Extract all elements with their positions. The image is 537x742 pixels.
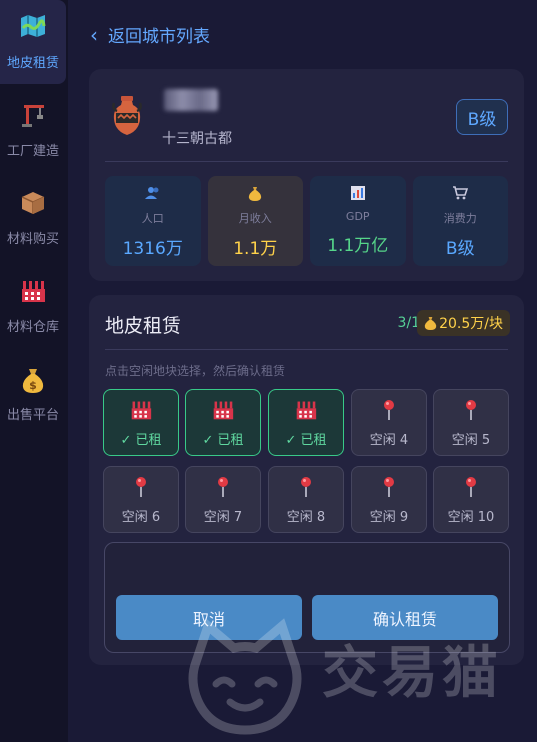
plot-label: ✓ 已租 <box>120 433 162 448</box>
sidebar-item-material-buy[interactable]: 材料购买 <box>0 176 66 260</box>
city-subtitle: 十三朝古都 <box>162 131 232 147</box>
pin-icon <box>383 397 395 423</box>
action-box: 取消 确认租赁 <box>104 542 510 653</box>
map-icon <box>20 14 46 44</box>
sidebar: 地皮租赁 工厂建造 材料购买 材料仓库 $ 出售平台 <box>0 0 68 742</box>
crane-icon <box>20 102 46 132</box>
stat-label: 月收入 <box>238 212 272 225</box>
stat-consumption: 消费力 B级 <box>412 176 508 266</box>
stat-value: 1316万 <box>122 239 183 259</box>
pin-icon <box>465 397 477 423</box>
plot-label: 空闲 7 <box>203 510 243 525</box>
stat-value: 1.1万亿 <box>327 236 389 256</box>
plot-label: 空闲 10 <box>447 510 495 525</box>
chevron-left-icon: ‹ <box>90 22 98 47</box>
stat-gdp: GDP 1.1万亿 <box>310 176 406 266</box>
factory-icon <box>212 397 234 423</box>
stat-label: 消费力 <box>443 212 477 225</box>
pin-icon <box>300 474 312 500</box>
cart-icon <box>452 186 469 204</box>
factory-icon <box>20 278 46 308</box>
plot-label: ✓ 已租 <box>285 433 327 448</box>
cancel-button[interactable]: 取消 <box>116 595 302 640</box>
plot-label: 空闲 9 <box>369 510 409 525</box>
chart-icon <box>350 186 365 204</box>
people-icon <box>144 186 161 204</box>
svg-text:$: $ <box>29 379 37 392</box>
factory-icon <box>295 397 317 423</box>
stat-label: 人口 <box>141 212 164 225</box>
money-bag-icon <box>248 186 262 204</box>
plot-label: 空闲 4 <box>369 433 409 448</box>
sidebar-item-label: 地皮租赁 <box>6 55 59 71</box>
plot-7[interactable]: 空闲 7 <box>185 466 261 533</box>
plot-2[interactable]: ✓ 已租 <box>185 389 261 456</box>
pin-icon <box>217 474 229 500</box>
plot-10[interactable]: 空闲 10 <box>433 466 509 533</box>
box-icon <box>20 190 46 220</box>
pin-icon <box>383 474 395 500</box>
divider <box>105 349 508 350</box>
sidebar-item-sales-platform[interactable]: $ 出售平台 <box>0 352 66 436</box>
sidebar-item-label: 材料仓库 <box>6 319 59 335</box>
money-bag-icon: $ <box>20 366 46 396</box>
price-tag: 20.5万/块 <box>417 310 510 336</box>
land-lease-panel: 地皮租赁 3/10 20.5万/块 点击空闲地块选择，然后确认租赁 ✓ 已租 ✓… <box>89 295 524 665</box>
plot-3[interactable]: ✓ 已租 <box>268 389 344 456</box>
factory-icon <box>130 397 152 423</box>
plot-label: 空闲 6 <box>121 510 161 525</box>
price-value: 20.5万/块 <box>439 316 503 332</box>
stat-value: B级 <box>445 239 475 259</box>
lease-hint: 点击空闲地块选择，然后确认租赁 <box>105 364 286 378</box>
plot-label: 空闲 5 <box>451 433 491 448</box>
sidebar-item-land-lease[interactable]: 地皮租赁 <box>0 0 66 84</box>
money-bag-icon <box>424 316 437 331</box>
plot-9[interactable]: 空闲 9 <box>351 466 427 533</box>
city-name-blurred <box>164 89 218 111</box>
plot-8[interactable]: 空闲 8 <box>268 466 344 533</box>
pin-icon <box>465 474 477 500</box>
sidebar-item-label: 工厂建造 <box>6 143 59 159</box>
stat-monthly-income: 月收入 1.1万 <box>207 176 303 266</box>
city-stats: 人口 1316万 月收入 1.1万 GDP 1.1万亿 消费力 B级 <box>105 176 508 266</box>
city-info-card: 十三朝古都 B级 人口 1316万 月收入 1.1万 GDP 1.1万亿 消费力… <box>89 69 524 281</box>
sidebar-item-material-warehouse[interactable]: 材料仓库 <box>0 264 66 348</box>
confirm-lease-button[interactable]: 确认租赁 <box>312 595 498 640</box>
city-grade-badge: B级 <box>456 99 508 135</box>
lease-title: 地皮租赁 <box>105 315 182 337</box>
plot-1[interactable]: ✓ 已租 <box>103 389 179 456</box>
back-to-city-list-link[interactable]: ‹ 返回城市列表 <box>90 22 210 48</box>
plot-6[interactable]: 空闲 6 <box>103 466 179 533</box>
sidebar-item-label: 材料购买 <box>6 231 59 247</box>
plot-5[interactable]: 空闲 5 <box>433 389 509 456</box>
stat-value: 1.1万 <box>233 239 278 259</box>
divider <box>105 161 508 162</box>
stat-population: 人口 1316万 <box>105 176 201 266</box>
vase-icon <box>111 95 143 137</box>
stat-label: GDP <box>345 210 370 223</box>
plot-label: 空闲 8 <box>286 510 326 525</box>
back-label: 返回城市列表 <box>108 27 210 47</box>
sidebar-item-factory-build[interactable]: 工厂建造 <box>0 88 66 172</box>
pin-icon <box>135 474 147 500</box>
plot-label: ✓ 已租 <box>202 433 244 448</box>
plot-4[interactable]: 空闲 4 <box>351 389 427 456</box>
sidebar-item-label: 出售平台 <box>6 407 59 423</box>
